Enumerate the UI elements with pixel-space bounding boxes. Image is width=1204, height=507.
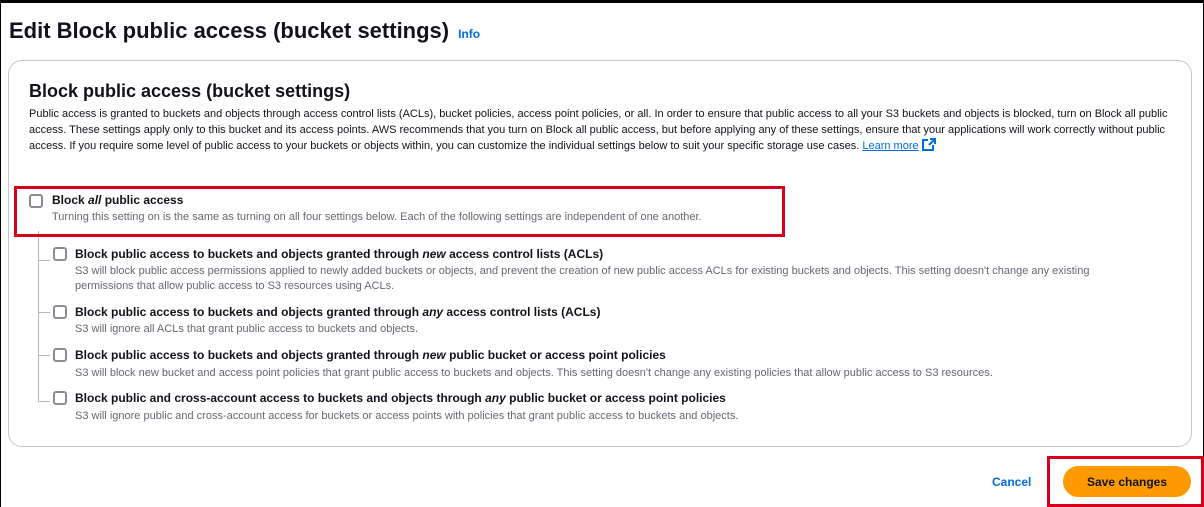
external-link-icon <box>921 138 936 156</box>
option-new-acls-description: S3 will block public access permissions … <box>75 265 1090 292</box>
option-any-policies-label[interactable]: Block public and cross-account access to… <box>75 391 726 405</box>
page-header: Edit Block public access (bucket setting… <box>9 18 480 44</box>
tree-line-branch-3 <box>38 355 50 356</box>
page-title: Edit Block public access (bucket setting… <box>9 18 450 43</box>
learn-more-label: Learn more <box>862 140 919 152</box>
save-changes-button[interactable]: Save changes <box>1063 466 1191 497</box>
tree-line-vertical <box>38 231 39 401</box>
option-new-policies-label[interactable]: Block public access to buckets and objec… <box>75 348 666 362</box>
option-any-policies-checkbox[interactable] <box>53 391 67 405</box>
option-new-acls-label[interactable]: Block public access to buckets and objec… <box>75 247 603 261</box>
option-new-acls-checkbox[interactable] <box>53 247 67 261</box>
block-all-label[interactable]: Block all public access <box>52 193 183 207</box>
section-description-text: Public access is granted to buckets and … <box>29 108 1168 152</box>
section-description: Public access is granted to buckets and … <box>29 106 1169 156</box>
block-all-checkbox[interactable] <box>29 194 43 208</box>
option-new-policies-description: S3 will block new bucket and access poin… <box>75 367 993 379</box>
learn-more-link[interactable]: Learn more <box>862 138 936 152</box>
option-new-policies-checkbox[interactable] <box>53 348 67 362</box>
cancel-button[interactable]: Cancel <box>984 470 1039 494</box>
block-all-description: Turning this setting on is the same as t… <box>52 211 702 223</box>
option-any-acls-checkbox[interactable] <box>53 305 67 319</box>
option-any-policies-description: S3 will ignore public and cross-account … <box>75 410 739 422</box>
info-link[interactable]: Info <box>458 27 480 41</box>
tree-line-branch-4 <box>38 401 50 402</box>
tree-line-branch-1 <box>38 260 50 261</box>
settings-container: Block public access (bucket settings) Pu… <box>8 60 1192 447</box>
section-title: Block public access (bucket settings) <box>29 81 351 101</box>
option-any-acls-label[interactable]: Block public access to buckets and objec… <box>75 305 600 319</box>
option-any-acls-description: S3 will ignore all ACLs that grant publi… <box>75 323 419 335</box>
tree-line-branch-2 <box>38 312 50 313</box>
